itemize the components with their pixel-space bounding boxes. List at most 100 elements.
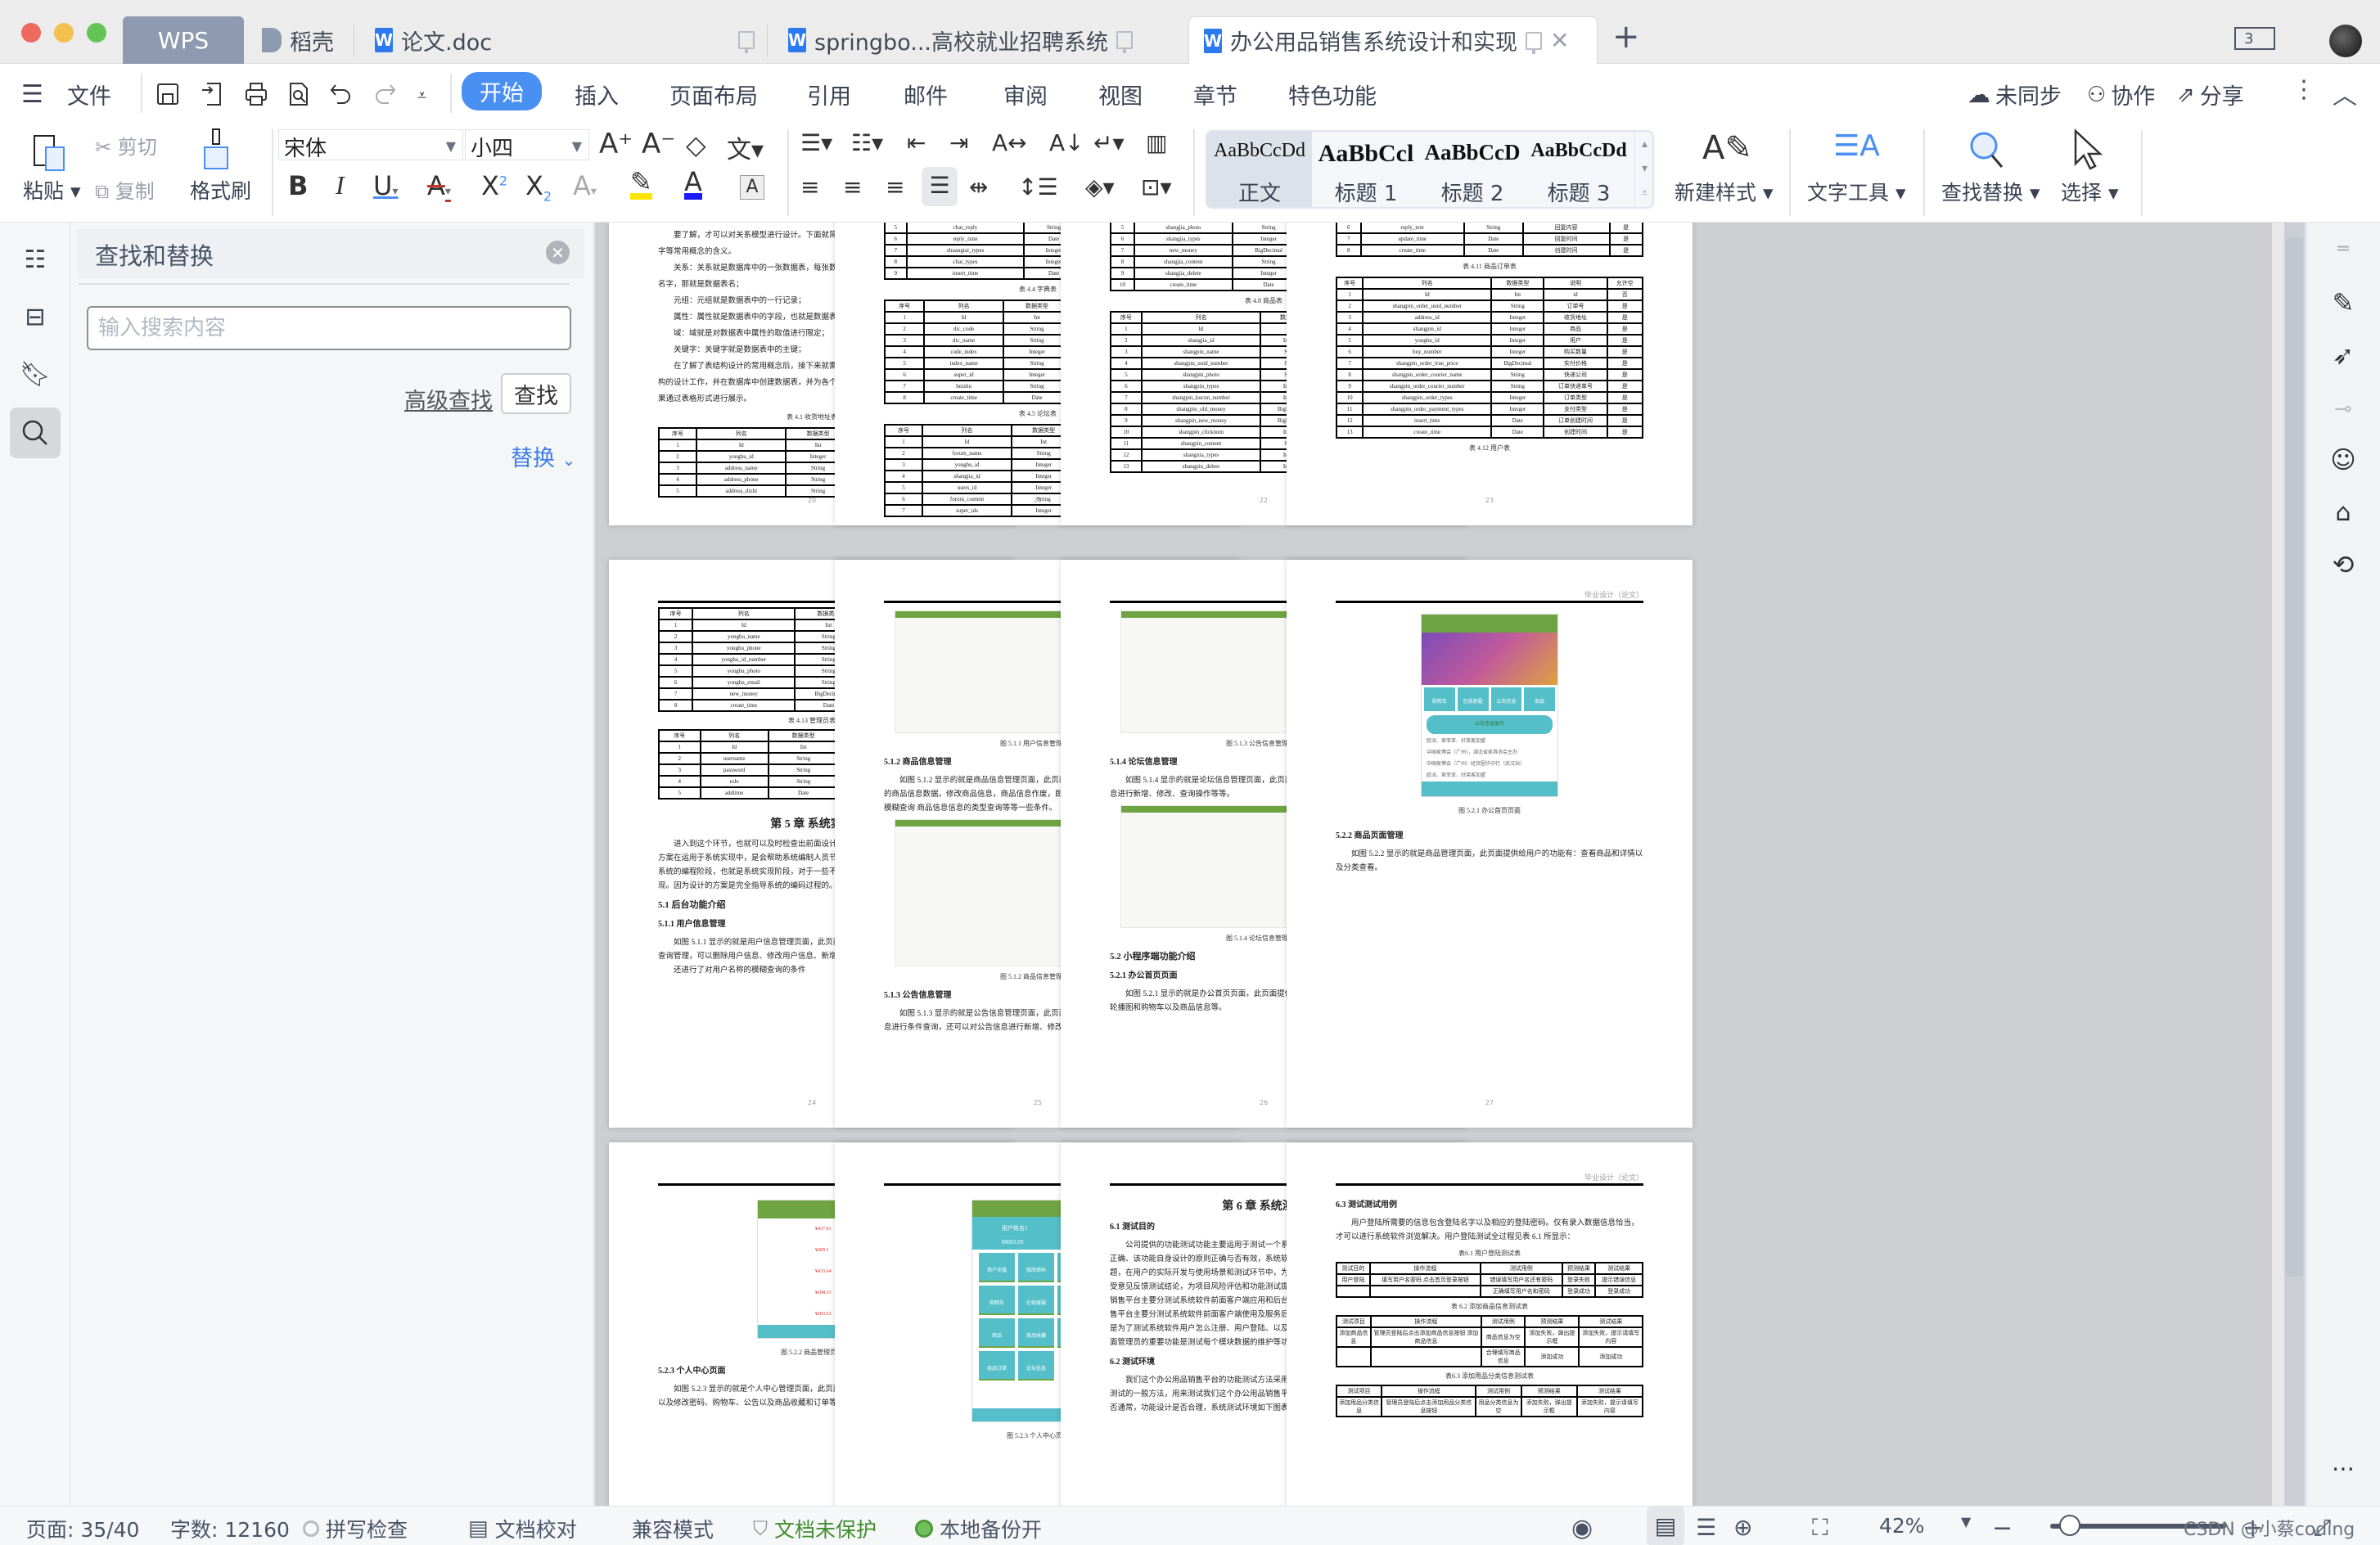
show-marks-icon[interactable]: ↵▾ <box>1093 129 1125 156</box>
find-panel-button[interactable] <box>10 408 61 458</box>
history-icon[interactable]: ⟲ <box>2325 547 2361 583</box>
zoom-dropdown-icon[interactable]: ▼ <box>1961 1514 1971 1529</box>
highlight-color-icon[interactable]: ✎ <box>630 169 652 200</box>
tab-references[interactable]: 引用 <box>807 79 851 110</box>
text-direction-icon[interactable]: A↔ <box>992 129 1027 156</box>
paragraph-shading-icon[interactable]: ◈▾ <box>1085 173 1115 200</box>
sliders-icon[interactable]: ⊸ <box>2325 391 2361 427</box>
tab-docer[interactable]: 稻壳 <box>247 16 349 64</box>
tab-springboot-doc[interactable]: W springbo...高校就业招聘系统 <box>773 16 1158 64</box>
zoom-slider-handle[interactable] <box>2058 1515 2080 1536</box>
new-style-button[interactable]: 新建样式 ▾ <box>1675 177 1774 206</box>
align-left-icon[interactable]: ≡ <box>800 173 819 200</box>
spell-check-toggle[interactable]: 拼写检查 <box>303 1514 408 1543</box>
advanced-find-link[interactable]: 高级查找 <box>404 383 493 415</box>
find-replace-button[interactable]: 查找替换 ▾ <box>1941 177 2040 206</box>
style-heading-3[interactable]: AaBbCcDd 标题 3 <box>1526 132 1631 207</box>
borders-icon[interactable]: ⊡▾ <box>1141 173 1172 200</box>
text-effect-icon[interactable]: A▾ <box>573 170 597 201</box>
web-view-icon[interactable]: ⊕ <box>1733 1514 1752 1541</box>
subscript-icon[interactable]: X2 <box>525 170 552 204</box>
cut-button[interactable]: ✂ 剪切 <box>95 131 157 160</box>
tab-chapter[interactable]: 章节 <box>1193 79 1237 110</box>
fit-page-icon[interactable]: ⛶ <box>1812 1514 1828 1542</box>
text-tools-button[interactable]: 文字工具 ▾ <box>1807 177 1906 206</box>
align-center-icon[interactable]: ≡ <box>843 173 862 200</box>
local-backup-toggle[interactable]: 本地备份开 <box>915 1514 1042 1543</box>
style-normal[interactable]: AaBbCcDd 正文 <box>1207 132 1312 207</box>
store-icon[interactable]: ⌂ <box>2325 494 2361 530</box>
page-view-icon[interactable]: ▤ <box>1647 1507 1684 1545</box>
font-color-icon[interactable]: A <box>684 169 702 200</box>
bold-icon[interactable]: B <box>288 170 308 201</box>
tab-page-layout[interactable]: 页面布局 <box>669 79 758 110</box>
protection-button[interactable]: ⛉ 文档未保护 <box>753 1514 877 1543</box>
print-icon[interactable] <box>244 82 268 106</box>
more-dots-icon[interactable]: ⋯ <box>2325 1450 2361 1486</box>
distributed-align-icon[interactable]: ⇹ <box>969 173 988 200</box>
user-avatar[interactable] <box>2329 25 2362 57</box>
font-name-select[interactable]: 宋体 ▼ <box>278 129 463 161</box>
sort-icon[interactable]: A↓ <box>1049 129 1084 156</box>
document-canvas[interactable]: 要了解，才可以对关系模型进行设计。下面就简单介绍关系，元组，属性，域，关键字等常… <box>595 223 2272 1506</box>
decrease-indent-icon[interactable]: ⇤ <box>907 129 926 156</box>
style-heading-2[interactable]: AaBbCcD 标题 2 <box>1420 132 1525 207</box>
format-painter-icon[interactable] <box>200 128 232 172</box>
phonetic-guide-icon[interactable]: 文▾ <box>727 129 764 165</box>
page-indicator[interactable]: 页面: 35/40 <box>26 1514 139 1543</box>
undo-icon[interactable] <box>329 82 354 106</box>
scrollbar-thumb[interactable] <box>2286 237 2303 1277</box>
share-button[interactable]: ⇗ 分享 <box>2177 79 2244 110</box>
collaborate-button[interactable]: ⚇ 协作 <box>2087 79 2155 110</box>
close-window-button[interactable] <box>21 23 41 43</box>
file-menu[interactable]: 文件 <box>67 79 111 110</box>
strikethrough-icon[interactable]: A▾ <box>427 170 451 201</box>
styles-scroll-buttons[interactable]: ▴ ▾ ⩡ <box>1634 132 1652 207</box>
copy-button[interactable]: ⧉ 复制 <box>95 175 155 204</box>
clear-format-icon[interactable]: ◇ <box>686 129 706 160</box>
superscript-icon[interactable]: X2 <box>481 170 507 201</box>
bookmark-button[interactable]: 🔖︎ <box>10 349 61 399</box>
eye-protection-icon[interactable]: ◉ <box>1571 1514 1593 1543</box>
chapter-nav-button[interactable]: ⊟ <box>10 291 61 342</box>
word-count[interactable]: 字数: 12160 <box>170 1514 290 1543</box>
table-grid-icon[interactable]: ▥ <box>1146 129 1167 156</box>
tab-office-sales-doc[interactable]: W 办公用品销售系统设计和实现 ✕ <box>1188 16 1598 64</box>
underline-icon[interactable]: U▾ <box>373 170 398 201</box>
bullet-list-icon[interactable]: ☰▾ <box>800 129 832 156</box>
tab-view[interactable]: 视图 <box>1098 79 1143 110</box>
numbered-list-icon[interactable]: ☷▾ <box>851 129 883 156</box>
save-icon[interactable] <box>156 82 180 106</box>
format-painter-button[interactable]: 格式刷 <box>190 175 251 205</box>
tab-review[interactable]: 审阅 <box>1003 79 1048 110</box>
print-preview-icon[interactable] <box>286 82 311 106</box>
shrink-font-icon[interactable]: A⁻ <box>642 128 675 160</box>
close-tab-icon[interactable]: ✕ <box>1550 27 1569 54</box>
pen-icon[interactable]: ✎ <box>2325 285 2361 321</box>
close-panel-icon[interactable]: ✕ <box>546 241 570 264</box>
outline-view-button[interactable]: ☷ <box>10 234 61 285</box>
tab-special-features[interactable]: 特色功能 <box>1288 79 1377 110</box>
export-pdf-icon[interactable] <box>201 82 225 106</box>
increase-indent-icon[interactable]: ⇥ <box>949 129 968 156</box>
grow-font-icon[interactable]: A⁺ <box>599 128 633 160</box>
search-input[interactable] <box>87 306 571 350</box>
italic-icon[interactable]: I <box>336 170 345 200</box>
collapse-ribbon-icon[interactable]: ︿ <box>2333 75 2357 111</box>
minimize-window-button[interactable] <box>54 23 74 43</box>
more-options-icon[interactable]: ⋮ <box>2292 75 2316 104</box>
zoom-out-button[interactable]: − <box>1992 1514 2013 1543</box>
replace-toggle[interactable]: 替换 ⌄ <box>511 440 575 472</box>
redo-icon[interactable] <box>372 82 397 106</box>
justify-icon[interactable]: ☰ <box>922 167 958 206</box>
cursor-icon[interactable]: ➶ <box>2325 337 2361 373</box>
font-size-select[interactable]: 小四 ▼ <box>465 129 589 161</box>
tab-lunwen-doc[interactable]: W 论文.doc <box>360 16 769 64</box>
align-right-icon[interactable]: ≡ <box>886 173 904 200</box>
style-heading-1[interactable]: AaBbCcl 标题 1 <box>1314 132 1418 207</box>
quick-access-more-icon[interactable]: ⩡ <box>417 85 426 105</box>
select-button[interactable]: 选择 ▾ <box>2061 177 2119 206</box>
zoom-percent[interactable]: 42% <box>1879 1514 1925 1538</box>
outline-view-icon[interactable]: ☰ <box>1696 1514 1716 1541</box>
portrait-icon[interactable]: ☺ <box>2325 442 2361 478</box>
